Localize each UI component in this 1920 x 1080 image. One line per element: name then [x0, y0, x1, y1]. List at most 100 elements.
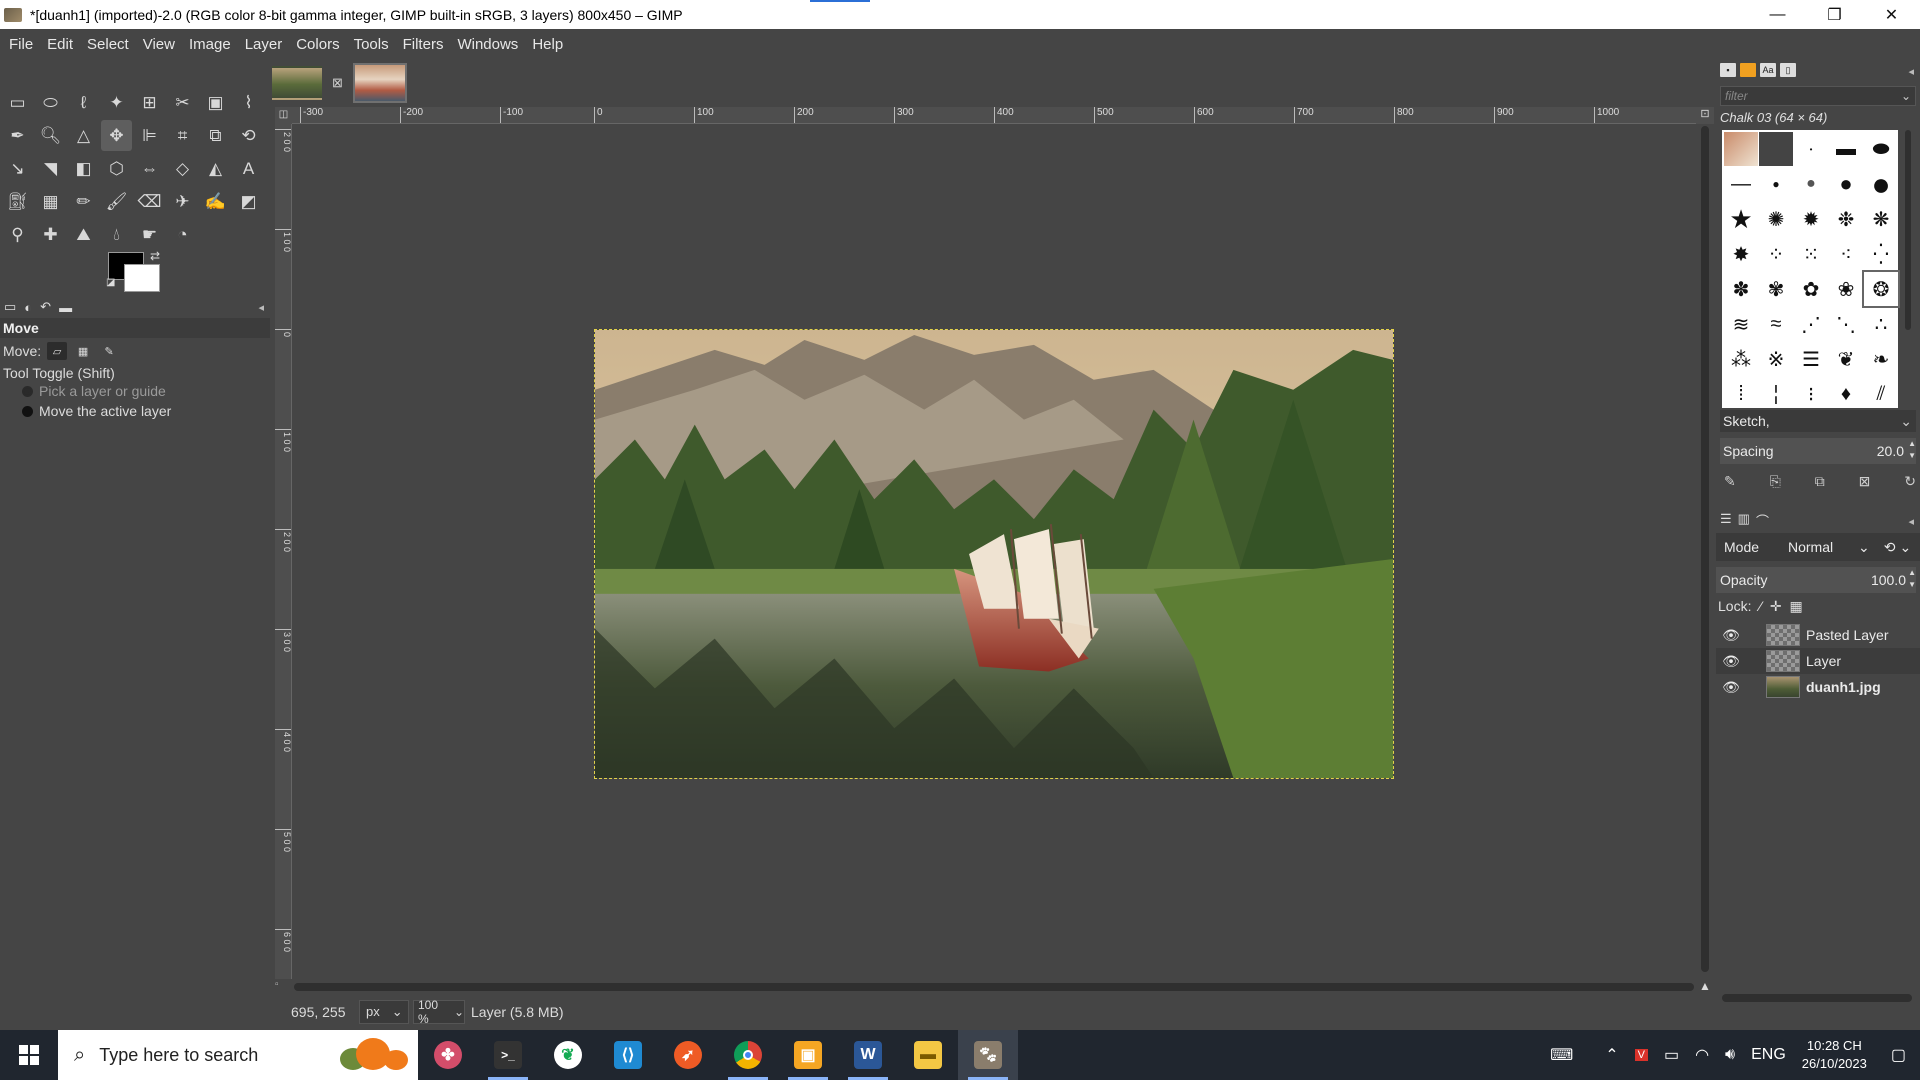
brush-pixel[interactable]: •	[1794, 132, 1828, 166]
select-by-color-icon[interactable]: ⊞	[134, 87, 165, 118]
crop-icon[interactable]: ⌗	[167, 120, 198, 151]
panel-menu-icon[interactable]: ◂	[258, 301, 264, 314]
eye-icon[interactable]: 👁︎	[1716, 653, 1746, 670]
brush-speckle-3[interactable]: ⁖	[1829, 237, 1863, 271]
layer-row-duanh1[interactable]: 👁︎ duanh1.jpg	[1716, 674, 1920, 700]
brush-speckle-2[interactable]: ⁙	[1794, 237, 1828, 271]
gradient-icon[interactable]: ▦	[35, 186, 66, 217]
brush-hatch-2[interactable]: ⋱	[1829, 307, 1863, 341]
quick-mask-icon[interactable]: ▫	[275, 979, 292, 993]
ink-icon[interactable]: ✍	[200, 186, 231, 217]
undo-history-tab-icon[interactable]: ↶	[40, 299, 51, 315]
close-icon[interactable]: ⊠	[332, 75, 343, 91]
brush-circle-large[interactable]: ●	[1864, 166, 1898, 202]
airbrush-icon[interactable]: ✈	[167, 186, 198, 217]
menu-edit[interactable]: Edit	[40, 36, 80, 53]
flip-icon[interactable]: ⇔	[134, 153, 165, 184]
zoom-on-resize-icon[interactable]: ▲	[1696, 979, 1714, 993]
duplicate-brush-icon[interactable]: ⧉	[1815, 473, 1825, 490]
brush-sketch-3[interactable]: ⁝	[1794, 377, 1828, 411]
layer-row-layer[interactable]: 👁︎ Layer	[1716, 648, 1920, 674]
opacity-slider[interactable]: Opacity 100.0 ▲ ▼	[1716, 567, 1916, 593]
brush-sketch-2[interactable]: ¦	[1759, 377, 1793, 411]
zoom-selector[interactable]: 100 % ⌄	[413, 998, 465, 1026]
unified-transform-icon[interactable]: ⧉	[200, 120, 231, 151]
dodge-burn-icon[interactable]: ◔	[167, 219, 198, 250]
menu-help[interactable]: Help	[525, 36, 570, 53]
brush-pencil-2[interactable]: ※	[1759, 342, 1793, 376]
brush-star[interactable]: ★	[1724, 202, 1758, 236]
brush-sketch[interactable]: ⁞	[1724, 377, 1758, 411]
taskbar-app-postman[interactable]: ➶	[658, 1030, 718, 1080]
paths-tab-icon[interactable]: ⌒	[1756, 511, 1769, 530]
close-button[interactable]: ✕	[1863, 0, 1920, 29]
rect-select-icon[interactable]: ▭	[2, 87, 33, 118]
default-colors-icon[interactable]: ◪	[106, 277, 115, 288]
layer-mode-select[interactable]: Normal	[1788, 539, 1858, 555]
mypaint-brush-icon[interactable]: ◩	[233, 186, 264, 217]
taskbar-app-terminal[interactable]: >_	[478, 1030, 538, 1080]
image-tab-duanh1[interactable]	[272, 66, 322, 100]
channels-tab-icon[interactable]: ▥	[1738, 511, 1750, 530]
swap-colors-icon[interactable]: ⇄	[150, 249, 160, 263]
perspective-clone-icon[interactable]: ⛰︎	[68, 219, 99, 250]
radio-move-active[interactable]: Move the active layer	[22, 403, 171, 419]
battery-icon[interactable]: ▭	[1664, 1045, 1679, 1065]
lock-pixels-icon[interactable]: ⁄	[1759, 598, 1761, 615]
brush-tag-selector[interactable]: Sketch, ⌄	[1720, 410, 1916, 432]
brush-lines[interactable]: ☰	[1794, 342, 1828, 376]
brush-filter-input[interactable]: filter ⌄	[1720, 86, 1916, 106]
menu-view[interactable]: View	[136, 36, 182, 53]
horizontal-scrollbar[interactable]	[292, 979, 1696, 993]
navigate-icon[interactable]: ⊡	[1696, 107, 1714, 124]
brush-fur[interactable]: ❧	[1864, 342, 1898, 376]
brush-block[interactable]: ▬	[1829, 132, 1863, 166]
taskbar-app-explorer[interactable]: ▬	[898, 1030, 958, 1080]
taskbar-app-mongodb[interactable]: ❦	[538, 1030, 598, 1080]
warp-transform-icon[interactable]: ⟲	[233, 120, 264, 151]
brush-chalk-2[interactable]: ✿	[1794, 272, 1828, 306]
brush-scrollbar[interactable]	[1903, 130, 1913, 408]
vietkey-icon[interactable]: V	[1634, 1049, 1648, 1061]
brush-circle-medium[interactable]: ●	[1829, 167, 1863, 201]
move-path-mode-icon[interactable]: ✎	[99, 342, 119, 360]
eye-icon[interactable]: 👁︎	[1716, 627, 1746, 644]
notifications-icon[interactable]: ▢	[1891, 1045, 1906, 1065]
tool-options-tab-icon[interactable]: ▭	[4, 299, 16, 315]
blur-icon[interactable]: 💧︎	[101, 219, 132, 250]
brush-chalk[interactable]: ✾	[1759, 272, 1793, 306]
brush-block-soft[interactable]: ⬬	[1864, 132, 1898, 166]
move-layer-mode-icon[interactable]: ▱	[47, 342, 68, 360]
layers-tab-icon[interactable]: ☰	[1720, 511, 1732, 530]
taskbar-app-ink[interactable]: ✤	[418, 1030, 478, 1080]
menu-select[interactable]: Select	[80, 36, 136, 53]
taskbar-search-box[interactable]: ⌕ Type here to search	[58, 1030, 418, 1080]
move-selection-mode-icon[interactable]: ▦	[73, 342, 93, 360]
move-tool-icon[interactable]: ✥	[101, 120, 132, 151]
spinner-icon[interactable]: ▲ ▼	[1908, 438, 1916, 462]
menu-layer[interactable]: Layer	[238, 36, 290, 53]
brush-grunge-2[interactable]: ❋	[1864, 202, 1898, 236]
volume-icon[interactable]: 🔊︎	[1725, 1046, 1735, 1064]
menu-file[interactable]: File	[2, 36, 40, 53]
brush-sketch-5[interactable]: ⫽	[1864, 377, 1898, 411]
shear-icon[interactable]: ◥	[35, 153, 66, 184]
spacing-slider[interactable]: Spacing 20.0 ▲ ▼	[1720, 438, 1916, 464]
scissors-select-icon[interactable]: ✂	[167, 87, 198, 118]
smudge-icon[interactable]: ☛	[134, 219, 165, 250]
heal-icon[interactable]: ✚	[35, 219, 66, 250]
ruler-corner-icon[interactable]: ◫	[275, 107, 292, 124]
brush-circle-fuzzy[interactable]: ●	[1794, 167, 1828, 201]
images-tab-icon[interactable]: ▬	[59, 300, 72, 315]
refresh-brushes-icon[interactable]: ↻	[1904, 473, 1916, 490]
brush-sketch-4[interactable]: ♦	[1829, 377, 1863, 411]
rotate-icon[interactable]: ↘	[2, 153, 33, 184]
brush-clipboard-mask[interactable]	[1759, 132, 1793, 166]
brush-grass[interactable]: ❦	[1829, 342, 1863, 376]
minimize-button[interactable]: —	[1749, 0, 1806, 29]
menu-filters[interactable]: Filters	[396, 36, 451, 53]
brushes-tab-icon[interactable]: ▪	[1720, 63, 1736, 77]
lock-alpha-icon[interactable]: ▦	[1790, 598, 1803, 615]
device-status-tab-icon[interactable]: ◐	[24, 300, 32, 315]
taskbar-app-word[interactable]: W	[838, 1030, 898, 1080]
